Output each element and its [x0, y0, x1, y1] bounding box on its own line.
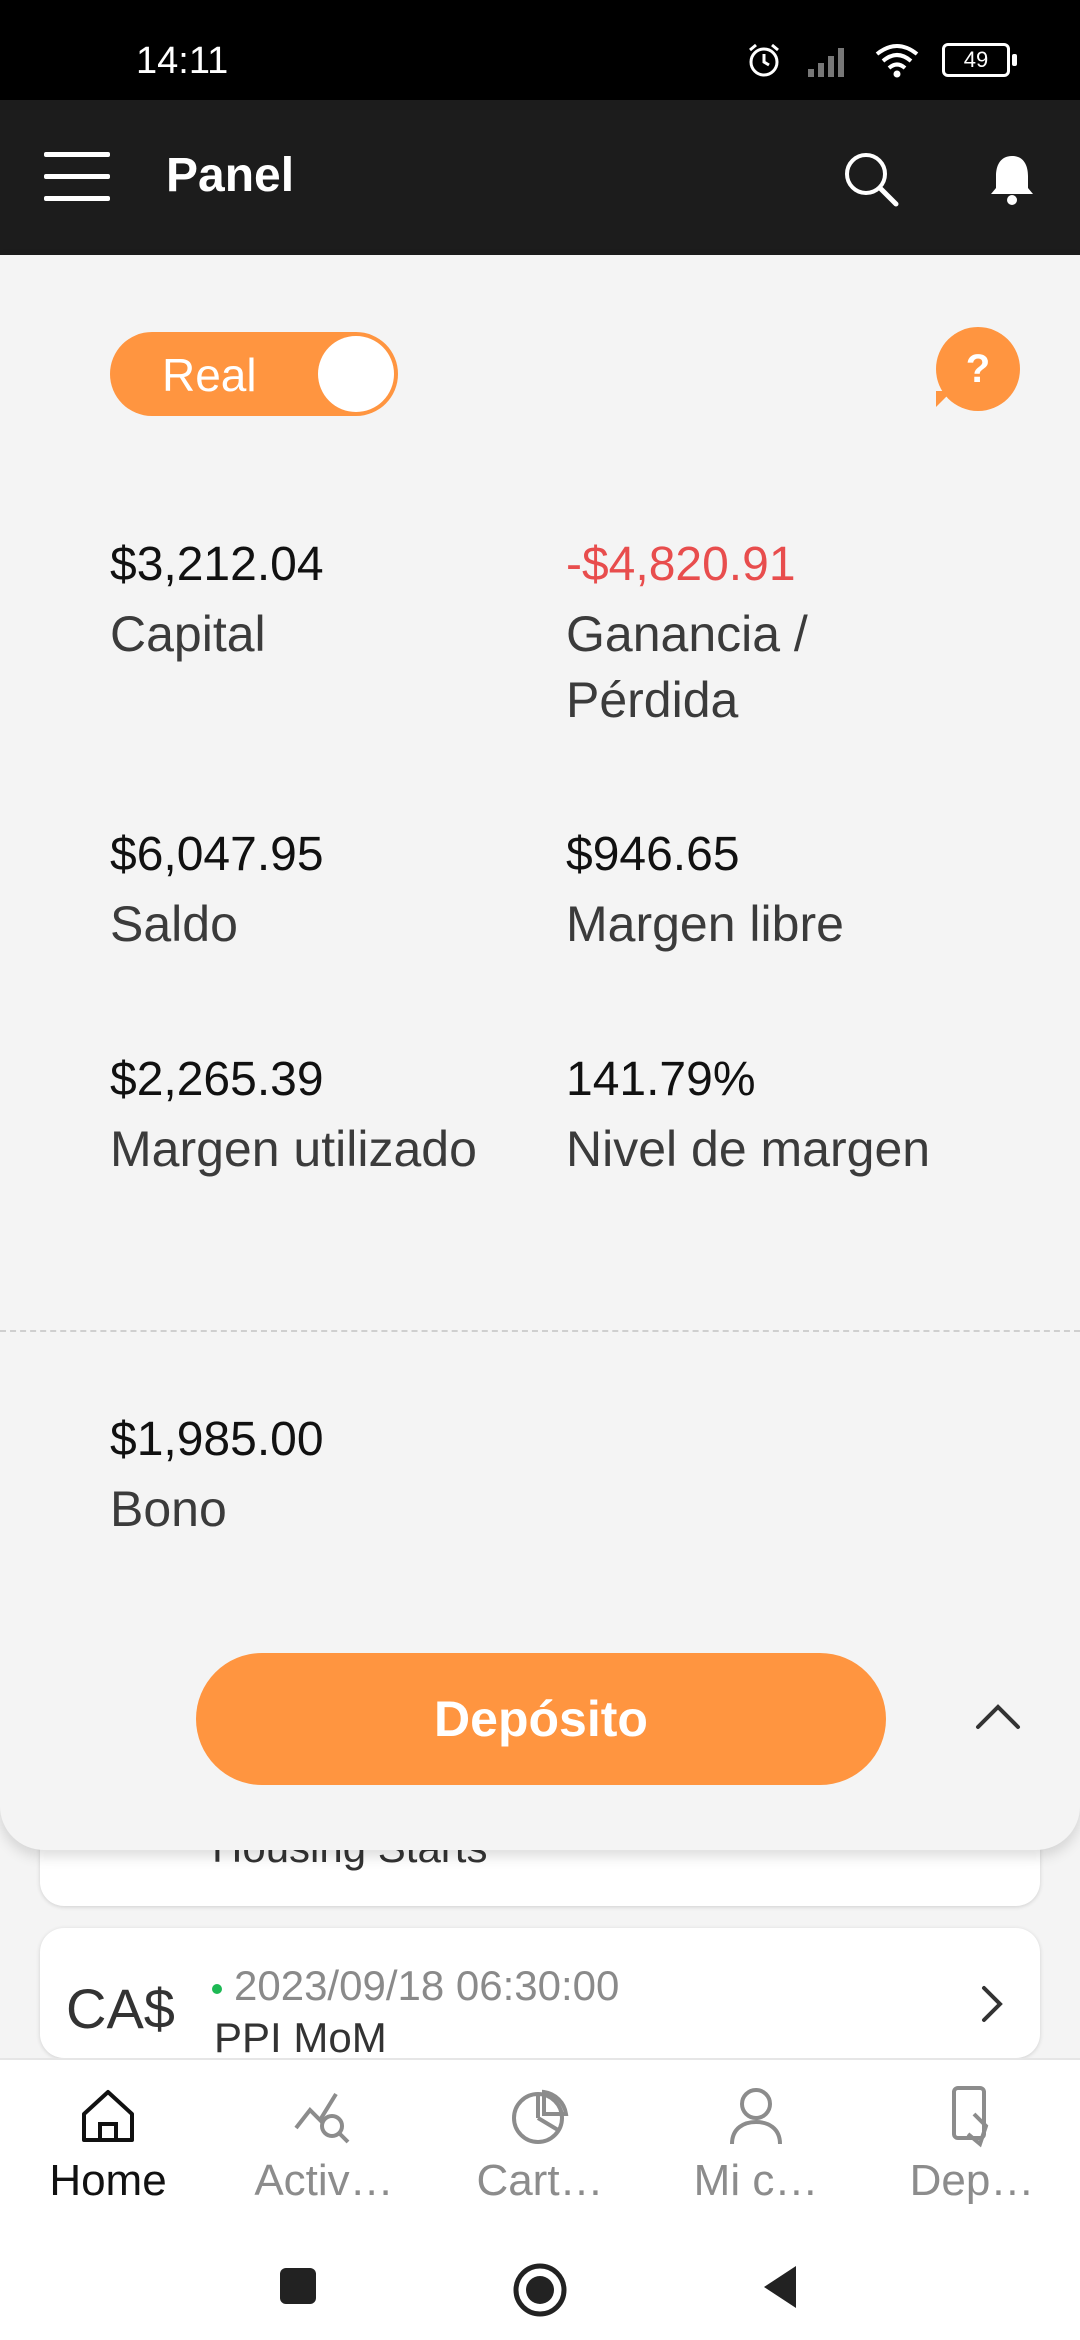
- event-date: 2023/09/18 06:30:00: [234, 1962, 620, 2009]
- stat-value: $6,047.95: [110, 828, 324, 881]
- signal-icon: [808, 48, 844, 77]
- chevron-right-icon: [982, 1986, 1003, 2022]
- status-dot: [212, 1984, 222, 1994]
- nav-label: Dep…: [909, 2156, 1035, 2205]
- list-item[interactable]: CA$ 2023/09/18 06:30:00 PPI MoM: [40, 1928, 1040, 2061]
- status-bar: 14:11 49: [0, 0, 1080, 100]
- stat-value: $946.65: [566, 828, 740, 881]
- chevron-up-icon[interactable]: [970, 1695, 1026, 1735]
- bottom-navigation: Home Activ… Cart… Mi c… Dep…: [0, 2058, 1080, 2232]
- search-icon[interactable]: [842, 150, 900, 208]
- stat-label: Margen utilizado: [110, 1121, 477, 1177]
- stat-label: Nivel de margen: [566, 1121, 931, 1177]
- home-icon: [82, 2090, 134, 2142]
- stat-label: Margen libre: [566, 896, 844, 952]
- stat-balance: $6,047.95 Saldo: [110, 825, 530, 957]
- nav-assets[interactable]: Activ…: [216, 2060, 432, 2232]
- stat-value: $2,265.39: [110, 1053, 324, 1106]
- stat-used-margin: $2,265.39 Margen utilizado: [110, 1050, 530, 1182]
- system-navigation-bar: [0, 2230, 1080, 2340]
- stat-margin-level: 141.79% Nivel de margen: [566, 1050, 986, 1182]
- stat-label: Ganancia / Pérdida: [566, 606, 808, 728]
- stat-value: $3,212.04: [110, 538, 324, 591]
- back-icon[interactable]: [760, 2264, 800, 2310]
- status-icons: 49: [744, 40, 1017, 80]
- stat-bonus: $1,985.00 Bono: [110, 1410, 530, 1542]
- alarm-icon: [749, 43, 779, 77]
- person-icon: [730, 2088, 782, 2145]
- chart-search-icon: [294, 2092, 350, 2144]
- battery-icon: 49: [942, 43, 1017, 77]
- account-summary-panel: Real ? $3,212.04 Capital -$4,820.91 Gana…: [0, 255, 1080, 1850]
- nav-label: Cart…: [476, 2156, 604, 2205]
- nav-label: Mi c…: [693, 2156, 819, 2205]
- recent-apps-icon[interactable]: [278, 2266, 318, 2306]
- nav-home[interactable]: Home: [0, 2060, 216, 2232]
- toggle-knob: [318, 336, 394, 412]
- bell-icon[interactable]: [988, 152, 1036, 206]
- stat-value: $1,985.00: [110, 1413, 324, 1466]
- nav-label: Activ…: [254, 2156, 394, 2205]
- top-app-bar: Panel: [0, 100, 1080, 255]
- nav-deposit[interactable]: Dep…: [864, 2060, 1080, 2232]
- stat-value: 141.79%: [566, 1053, 756, 1106]
- stat-profit-loss: -$4,820.91 Ganancia / Pérdida: [566, 535, 986, 733]
- stat-label: Bono: [110, 1481, 227, 1537]
- home-system-icon[interactable]: [512, 2262, 568, 2318]
- pie-chart-icon: [512, 2089, 569, 2144]
- stat-free-margin: $946.65 Margen libre: [566, 825, 986, 957]
- deposit-card-icon: [952, 2086, 989, 2148]
- stat-value: -$4,820.91: [566, 538, 796, 591]
- event-currency: CA$: [66, 1977, 175, 2040]
- toggle-label: Real: [162, 349, 257, 401]
- stat-label: Saldo: [110, 896, 238, 952]
- event-name: PPI MoM: [214, 2014, 387, 2061]
- divider: [0, 1330, 1080, 1332]
- wifi-icon: [875, 44, 919, 78]
- nav-my-account[interactable]: Mi c…: [648, 2060, 864, 2232]
- status-time: 14:11: [136, 40, 229, 82]
- nav-label: Home: [49, 2156, 167, 2205]
- help-button[interactable]: ?: [936, 327, 1020, 411]
- menu-button[interactable]: [44, 152, 110, 202]
- nav-portfolio[interactable]: Cart…: [432, 2060, 648, 2232]
- page-title: Panel: [166, 149, 295, 202]
- stat-capital: $3,212.04 Capital: [110, 535, 530, 667]
- deposit-button[interactable]: Depósito: [196, 1653, 886, 1785]
- real-account-toggle[interactable]: Real: [110, 332, 398, 416]
- stat-label: Capital: [110, 606, 266, 662]
